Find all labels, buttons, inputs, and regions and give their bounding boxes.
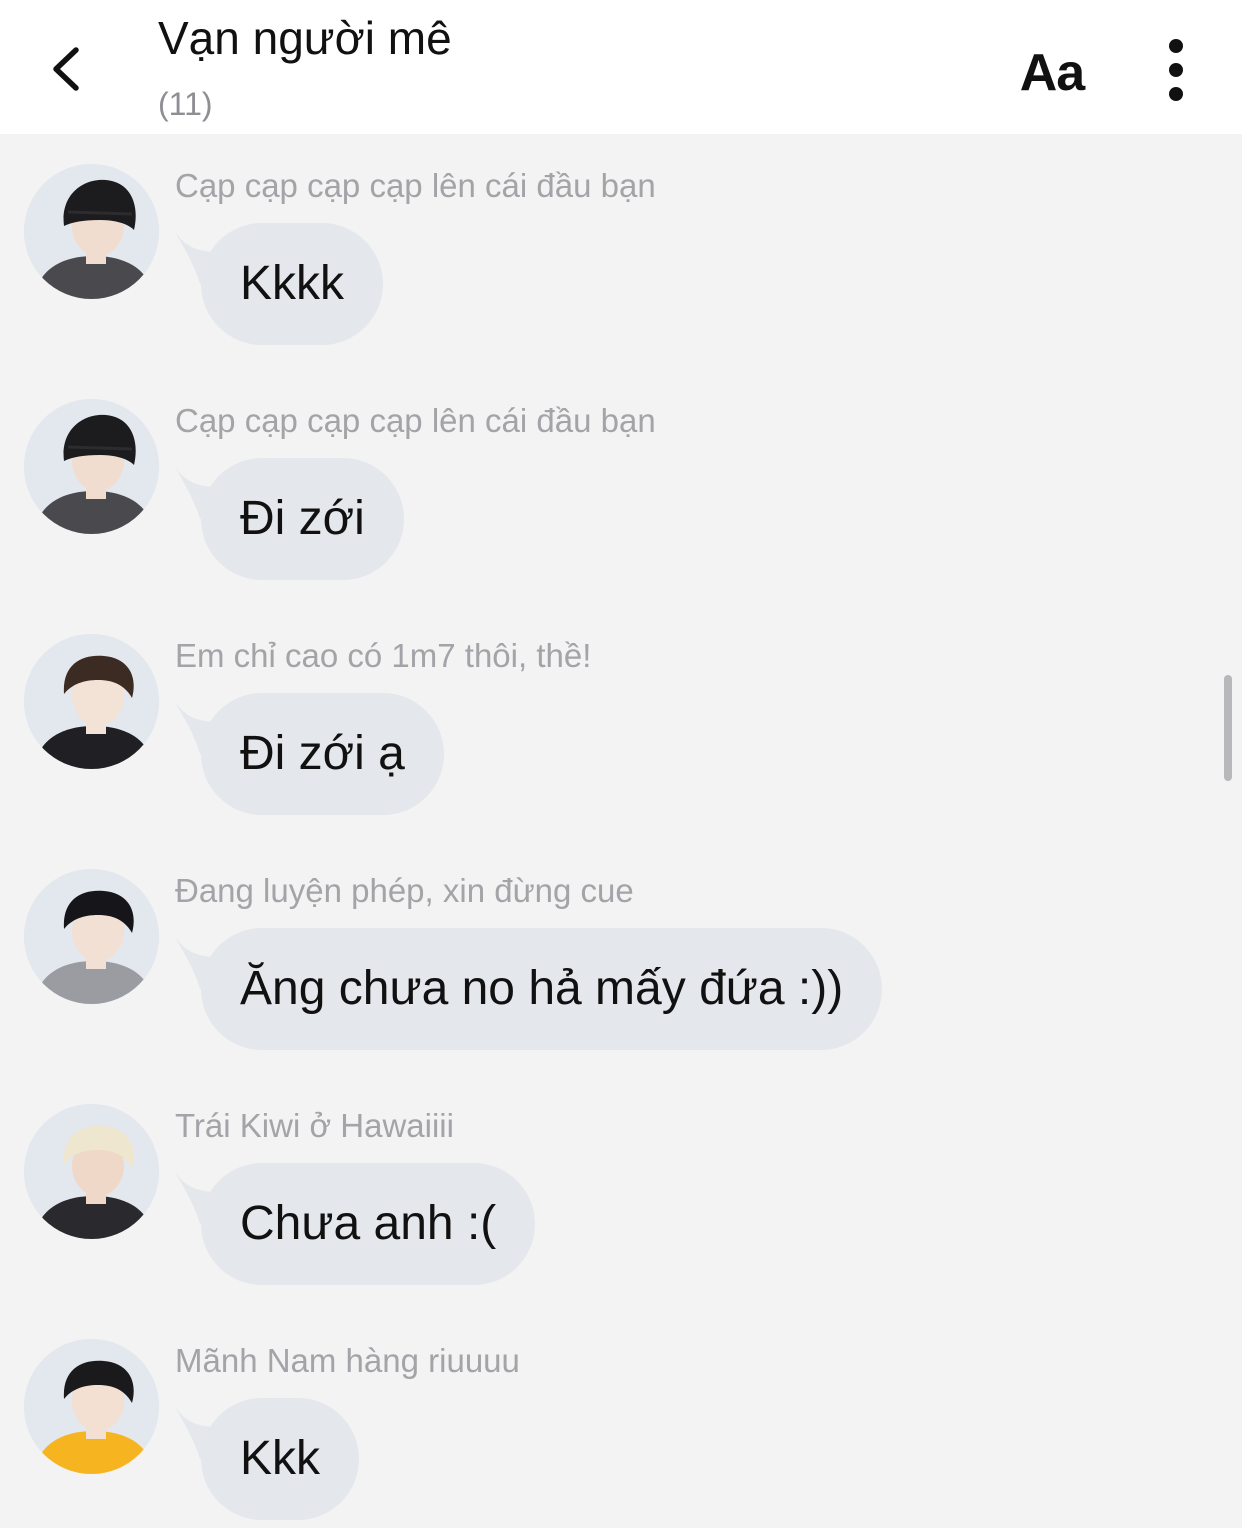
sender-name: Trái Kiwi ở Hawaiiii [175,1107,454,1144]
member-count: (11) [158,86,213,122]
sender-name: Mãnh Nam hàng riuuuu [175,1342,520,1379]
scrollbar[interactable] [1224,675,1232,781]
message-bubble[interactable]: Đi zới ạ [201,693,444,815]
sender-name: Cạp cạp cạp cạp lên cái đầu bạn [175,167,656,204]
sender-name: Em chỉ cao có 1m7 thôi, thề! [175,637,592,674]
avatar[interactable] [24,869,159,1004]
chevron-left-icon [53,47,79,91]
chat-title[interactable]: Vạn người mê [158,10,452,66]
sender-name: Cạp cạp cạp cạp lên cái đầu bạn [175,402,656,439]
message-bubble[interactable]: Kkkk [201,223,384,345]
more-options-button[interactable] [1150,34,1202,106]
message-bubble[interactable]: Kkk [201,1398,360,1520]
avatar[interactable] [24,1104,159,1239]
message-bubble[interactable]: Ăng chưa no hả mấy đứa :)) [201,928,883,1050]
message-bubble[interactable]: Đi zới [201,458,404,580]
more-icon-dot [1169,63,1183,77]
message-row: Cạp cạp cạp cạp lên cái đầu bạn Kkkk [0,136,1200,345]
message-bubble[interactable]: Chưa anh :( [201,1163,536,1285]
message-row: Mãnh Nam hàng riuuuu Kkk [0,1311,1200,1520]
message-row: Cạp cạp cạp cạp lên cái đầu bạn Đi zới [0,371,1200,580]
message-row: Đang luyện phép, xin đừng cue Ăng chưa no… [0,841,1200,1050]
more-vertical-icon [1169,39,1183,53]
avatar[interactable] [24,634,159,769]
back-button[interactable] [40,38,96,100]
avatar[interactable] [24,399,159,534]
message-row: Trái Kiwi ở Hawaiiii Chưa anh :( [0,1076,1200,1285]
avatar[interactable] [24,1339,159,1474]
avatar[interactable] [24,164,159,299]
more-icon-dot [1169,87,1183,101]
text-size-button[interactable]: Aa [1010,40,1094,106]
message-row: Em chỉ cao có 1m7 thôi, thề! Đi zới ạ [0,606,1200,815]
sender-name: Đang luyện phép, xin đừng cue [175,872,634,909]
chat-header: Vạn người mê (11) Aa [0,0,1242,134]
